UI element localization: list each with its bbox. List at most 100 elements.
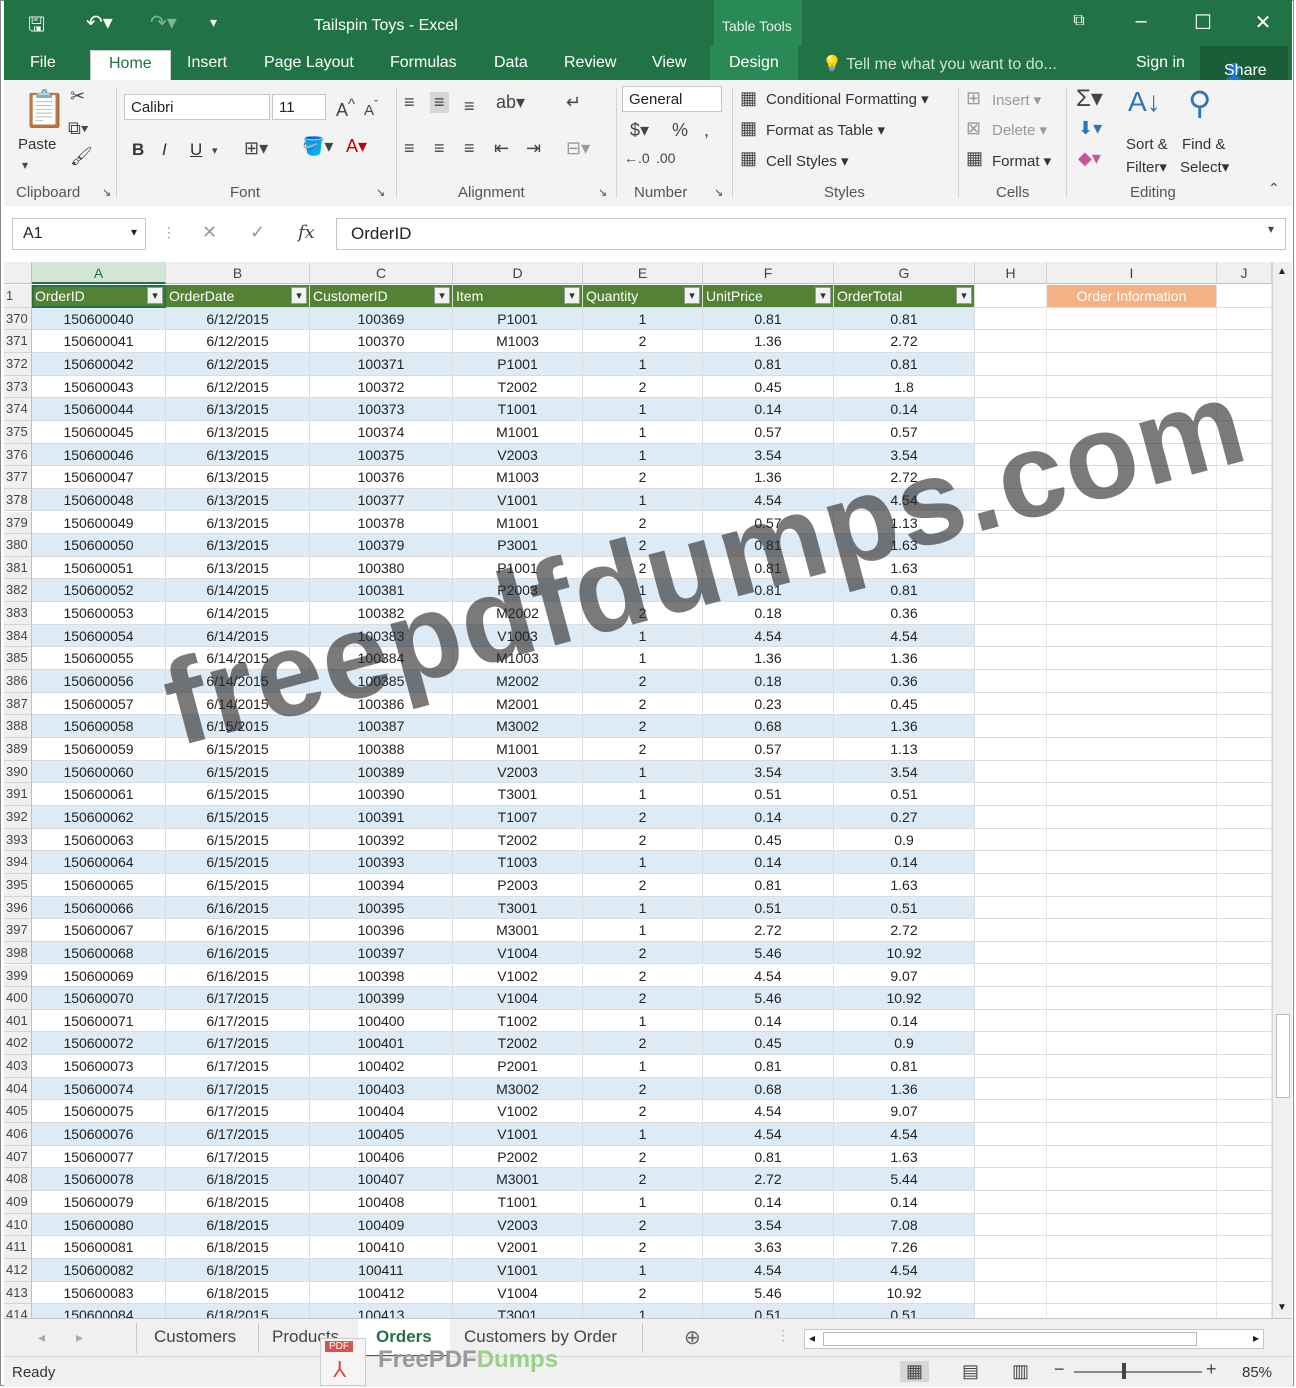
table-cell[interactable]: 6/13/2015	[166, 488, 310, 512]
table-cell[interactable]: V1002	[453, 1100, 583, 1124]
empty-cell[interactable]	[975, 1168, 1047, 1191]
align-top-icon[interactable]: ≡	[404, 92, 415, 113]
table-cell[interactable]: 1	[583, 307, 703, 331]
table-cell[interactable]: 2	[583, 330, 703, 353]
table-cell[interactable]: P2003	[453, 873, 583, 897]
empty-cell[interactable]	[1047, 534, 1217, 557]
table-cell[interactable]: 100371	[310, 352, 453, 376]
table-cell[interactable]: 1	[583, 398, 703, 421]
table-cell[interactable]: 0.9	[834, 828, 975, 852]
table-cell[interactable]: 6/15/2015	[166, 873, 310, 897]
table-cell[interactable]: 1	[583, 352, 703, 376]
table-cell[interactable]: 150600077	[32, 1145, 166, 1169]
table-cell[interactable]: 0.51	[703, 783, 834, 806]
table-cell[interactable]: 150600062	[32, 805, 166, 829]
table-cell[interactable]: V2003	[453, 1213, 583, 1237]
tab-page-layout[interactable]: Page Layout	[264, 54, 354, 72]
table-cell[interactable]: 6/14/2015	[166, 624, 310, 648]
empty-cell[interactable]	[975, 715, 1047, 738]
table-cell[interactable]: 0.51	[834, 896, 975, 920]
tab-data[interactable]: Data	[494, 54, 528, 72]
table-cell[interactable]: 4.54	[703, 624, 834, 648]
empty-cell[interactable]	[1047, 1009, 1217, 1033]
empty-cell[interactable]	[975, 579, 1047, 603]
table-cell[interactable]: 150600070	[32, 987, 166, 1010]
table-cell[interactable]: 0.81	[834, 352, 975, 376]
empty-cell[interactable]	[975, 602, 1047, 625]
table-cell[interactable]: 2	[583, 828, 703, 852]
table-cell[interactable]: 6/18/2015	[166, 1281, 310, 1305]
empty-cell[interactable]	[975, 873, 1047, 897]
empty-cell[interactable]	[975, 805, 1047, 829]
row-number[interactable]: 379	[4, 511, 32, 535]
table-cell[interactable]: 150600071	[32, 1009, 166, 1033]
table-cell[interactable]: 0.81	[703, 1145, 834, 1169]
table-cell[interactable]: 100393	[310, 851, 453, 874]
table-cell[interactable]: P1001	[453, 556, 583, 580]
empty-cell[interactable]	[1047, 760, 1217, 784]
empty-cell[interactable]	[1047, 783, 1217, 806]
empty-cell[interactable]	[1217, 534, 1272, 557]
empty-cell[interactable]	[1047, 602, 1217, 625]
table-cell[interactable]: 6/17/2015	[166, 1145, 310, 1169]
empty-cell[interactable]	[1217, 1236, 1272, 1259]
table-cell[interactable]: 6/13/2015	[166, 534, 310, 557]
name-box[interactable]: A1 ▾	[12, 218, 146, 250]
customize-qat-icon[interactable]: ▾	[210, 14, 217, 31]
empty-cell[interactable]	[1217, 1032, 1272, 1056]
table-cell[interactable]: 0.14	[834, 1191, 975, 1214]
row-number[interactable]: 375	[4, 420, 32, 444]
empty-cell[interactable]	[1217, 828, 1272, 852]
empty-cell[interactable]	[1047, 1032, 1217, 1056]
table-cell[interactable]: V2001	[453, 1236, 583, 1259]
table-cell[interactable]: 1	[583, 1123, 703, 1146]
zoom-in-icon[interactable]: +	[1206, 1359, 1217, 1380]
fill-icon[interactable]: ⬇▾	[1078, 118, 1102, 139]
table-cell[interactable]: 6/18/2015	[166, 1258, 310, 1282]
scroll-right-icon[interactable]: ▸	[1253, 1331, 1259, 1345]
row-number[interactable]: 376	[4, 443, 32, 467]
table-cell[interactable]: V1004	[453, 987, 583, 1010]
empty-cell[interactable]	[1047, 624, 1217, 648]
empty-cell[interactable]	[975, 941, 1047, 965]
table-cell[interactable]: 6/18/2015	[166, 1304, 310, 1318]
empty-cell[interactable]	[975, 738, 1047, 761]
table-cell[interactable]: 150600043	[32, 375, 166, 399]
empty-cell[interactable]	[975, 420, 1047, 444]
decrease-indent-icon[interactable]: ⇤	[494, 138, 509, 159]
empty-cell[interactable]	[1047, 330, 1217, 353]
column-header[interactable]: E	[583, 262, 703, 284]
table-cell[interactable]: 6/13/2015	[166, 556, 310, 580]
table-cell[interactable]: 2	[583, 805, 703, 829]
horizontal-scrollbar[interactable]: ◂ ▸	[804, 1329, 1264, 1349]
empty-cell[interactable]	[1047, 420, 1217, 444]
table-cell[interactable]: 150600064	[32, 851, 166, 874]
table-cell[interactable]: 150600082	[32, 1258, 166, 1282]
sort-filter-button[interactable]: Filter▾	[1126, 158, 1167, 176]
row-number[interactable]: 384	[4, 624, 32, 648]
table-cell[interactable]: 100373	[310, 398, 453, 421]
empty-cell[interactable]	[1047, 466, 1217, 489]
table-cell[interactable]: 100388	[310, 738, 453, 761]
table-cell[interactable]: 1.63	[834, 556, 975, 580]
empty-cell[interactable]	[975, 1145, 1047, 1169]
order-information-cell[interactable]: Order Information	[1047, 285, 1217, 308]
table-cell[interactable]: 2	[583, 715, 703, 738]
tab-formulas[interactable]: Formulas	[390, 54, 457, 72]
table-cell[interactable]: 1.36	[834, 715, 975, 738]
table-cell[interactable]: 100411	[310, 1258, 453, 1282]
table-cell[interactable]: 7.08	[834, 1213, 975, 1237]
empty-cell[interactable]	[975, 1236, 1047, 1259]
table-cell[interactable]: 0.81	[703, 307, 834, 331]
align-middle-icon[interactable]: ≡	[430, 92, 449, 113]
table-cell[interactable]: 2	[583, 534, 703, 557]
table-cell[interactable]: 100380	[310, 556, 453, 580]
insert-function-button[interactable]: fx	[298, 222, 315, 243]
scroll-up-icon[interactable]: ▲	[1277, 266, 1287, 277]
row-number[interactable]: 413	[4, 1281, 32, 1305]
empty-cell[interactable]	[1047, 1258, 1217, 1282]
table-cell[interactable]: 6/15/2015	[166, 738, 310, 761]
empty-cell[interactable]	[1047, 941, 1217, 965]
table-cell[interactable]: 0.36	[834, 670, 975, 693]
table-cell[interactable]: 1	[583, 647, 703, 671]
